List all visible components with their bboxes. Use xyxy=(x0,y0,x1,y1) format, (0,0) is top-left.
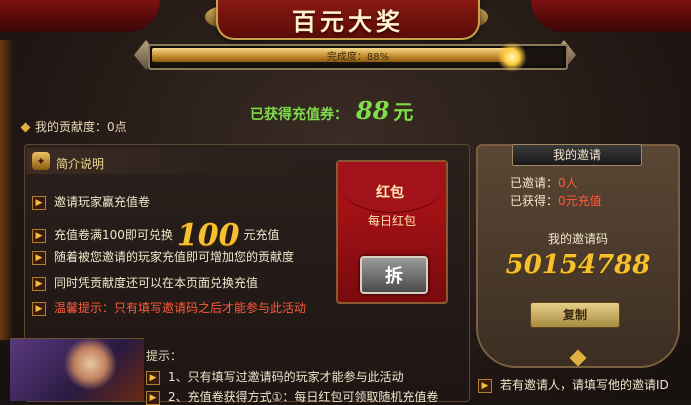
rule-text: 邀请玩家赢充值卷 xyxy=(54,195,151,209)
invite-title: 我的邀请 xyxy=(512,144,642,166)
open-envelope-button[interactable]: 拆 xyxy=(360,256,428,294)
hint-title: 提示： xyxy=(146,349,183,363)
daily-red-envelope: 红包 每日红包 拆 xyxy=(336,160,448,304)
intro-title: 简介说明 xyxy=(56,157,105,171)
invite-note: ▶ 若有邀请人，请填写他的邀请ID xyxy=(478,376,669,393)
progress-label: 完成度：88% xyxy=(326,52,390,63)
invited-value: 0人 xyxy=(558,176,578,190)
envelope-title: 红包 xyxy=(376,185,404,201)
invited-count: 已邀请：0人 xyxy=(510,174,578,191)
coupon-unit: 元 xyxy=(393,100,414,124)
bullet-arrow-icon: ▶ xyxy=(32,250,46,265)
invite-note-text: 若有邀请人，请填写他的邀请ID xyxy=(500,378,669,392)
invite-code-label: 我的邀请码 xyxy=(547,232,608,246)
bullet-arrow-icon: ▶ xyxy=(32,228,46,243)
rule-text: 随着被您邀请的玩家充值即可增加您的贡献度 xyxy=(54,250,295,264)
contribution-value: 0点 xyxy=(107,120,127,134)
completion-progress-bar: 完成度：88% xyxy=(148,42,568,72)
page-title: 百元大奖 xyxy=(292,6,404,36)
contribution-label: 我的贡献度： xyxy=(35,120,108,134)
coupon-earned: 已获得充值券： 88 元 xyxy=(250,96,450,126)
rule-text: 同时凭贡献度还可以在本页面兑换充值 xyxy=(54,276,259,290)
rule-warning: ▶ 温馨提示：只有填写邀请码之后才能参与此活动 xyxy=(32,299,306,316)
rule-text-suffix: 元充值 xyxy=(243,228,280,242)
bullet-arrow-icon: ▶ xyxy=(32,276,46,291)
coupon-amount: 88 xyxy=(356,96,390,125)
character-portrait xyxy=(10,338,144,401)
invite-code: 50154788 xyxy=(505,250,651,280)
diamond-icon xyxy=(20,122,31,133)
bullet-arrow-icon: ▶ xyxy=(146,370,160,385)
earned-reward: 已获得：0元充值 xyxy=(510,192,602,209)
rule-item: ▶ 随着被您邀请的玩家充值即可增加您的贡献度 xyxy=(32,248,294,265)
bullet-arrow-icon: ▶ xyxy=(32,195,46,210)
rule-item: ▶ 邀请玩家赢充值卷 xyxy=(32,193,150,210)
ribbon-icon: ✦ xyxy=(32,152,50,170)
hint-item: ▶ 1、只有填写过邀请码的玩家才能参与此活动 xyxy=(146,368,404,385)
envelope-subtitle: 每日红包 xyxy=(367,214,416,228)
curtain-decoration-right xyxy=(531,0,691,32)
hint-item: ▶ 2、充值卷获得方式①：每日红包可领取随机充值卷 xyxy=(146,388,438,405)
earned-label: 已获得： xyxy=(510,194,559,208)
curtain-decoration-left xyxy=(0,0,160,32)
rule-item: ▶ 同时凭贡献度还可以在本页面兑换充值 xyxy=(32,274,258,291)
invited-label: 已邀请： xyxy=(510,176,559,190)
bullet-arrow-icon: ▶ xyxy=(478,378,492,393)
bullet-arrow-icon: ▶ xyxy=(32,301,46,316)
hint-text: 1、只有填写过邀请码的玩家才能参与此活动 xyxy=(168,370,404,384)
earned-value: 0元充值 xyxy=(558,194,602,208)
title-banner: 百元大奖 xyxy=(216,0,480,40)
contribution: 我的贡献度：0点 xyxy=(20,118,127,135)
copy-code-button[interactable]: 复制 xyxy=(530,302,620,328)
warning-text: 温馨提示：只有填写邀请码之后才能参与此活动 xyxy=(54,301,307,315)
coupon-label: 已获得充值券： xyxy=(250,107,348,123)
bullet-arrow-icon: ▶ xyxy=(146,390,160,405)
hint-text: 2、充值卷获得方式①：每日红包可领取随机充值卷 xyxy=(168,390,439,404)
rule-text: 充值卷满100即可兑换 xyxy=(54,228,173,242)
left-edge-decoration xyxy=(0,40,12,340)
